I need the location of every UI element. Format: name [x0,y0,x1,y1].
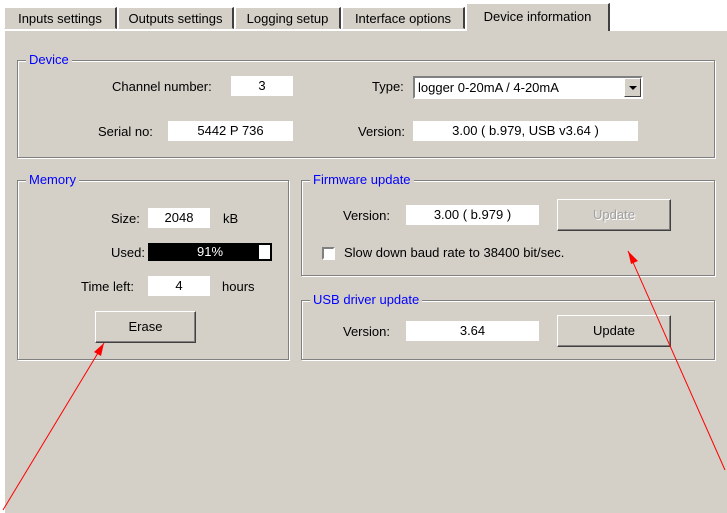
slow-baud-label: Slow down baud rate to 38400 bit/sec. [344,245,565,260]
time-left-label: Time left: [81,279,134,294]
memory-size-unit: kB [223,211,239,226]
chevron-down-icon[interactable] [624,78,641,97]
usb-version-field: 3.64 [406,321,539,341]
device-version-field: 3.00 ( b.979, USB v3.64 ) [413,121,638,141]
usb-driver-update-legend: USB driver update [310,292,423,307]
memory-group: Memory Size: 2048 kB Used: 91% Time left… [17,172,289,360]
tab-strip: Inputs settings Outputs settings Logging… [0,0,727,32]
memory-group-legend: Memory [26,172,79,187]
firmware-update-button-label: Update [593,207,635,222]
firmware-update-group: Firmware update Version: 3.00 ( b.979 ) … [301,172,715,276]
channel-number-label: Channel number: [112,79,212,94]
type-select[interactable]: logger 0-20mA / 4-20mA [413,76,643,99]
usb-driver-update-group: USB driver update Version: 3.64 Update [301,292,715,360]
memory-used-label: Used: [111,245,145,260]
tab-logging-setup[interactable]: Logging setup [235,7,341,29]
time-left-unit: hours [222,279,255,294]
channel-number-field: 3 [231,76,293,96]
type-label: Type: [372,79,404,94]
serial-number-label: Serial no: [98,124,153,139]
memory-size-label: Size: [111,211,140,226]
usb-version-label: Version: [343,324,390,339]
firmware-update-button[interactable]: Update [557,199,671,231]
device-group-legend: Device [26,52,72,67]
tab-device-information[interactable]: Device information [466,3,610,31]
slow-baud-checkbox[interactable] [322,247,335,260]
memory-used-progress: 91% [148,243,272,261]
erase-button[interactable]: Erase [95,311,196,343]
tab-outputs-settings[interactable]: Outputs settings [118,7,234,29]
erase-button-label: Erase [128,319,163,334]
device-information-panel: Device Channel number: 3 Serial no: 5442… [4,30,727,513]
usb-update-button-label: Update [593,323,635,338]
tab-inputs-settings[interactable]: Inputs settings [4,7,117,29]
memory-size-field: 2048 [148,208,210,228]
device-group: Device Channel number: 3 Serial no: 5442… [17,52,715,158]
time-left-field: 4 [148,276,210,296]
usb-update-button[interactable]: Update [557,315,671,347]
memory-free-segment [259,245,270,259]
firmware-version-label: Version: [343,208,390,223]
firmware-version-field: 3.00 ( b.979 ) [406,205,539,225]
memory-used-value: 91% [196,244,224,259]
serial-number-field: 5442 P 736 [168,121,293,141]
type-select-value: logger 0-20mA / 4-20mA [418,80,559,95]
tab-interface-options[interactable]: Interface options [342,7,465,29]
firmware-update-legend: Firmware update [310,172,414,187]
version-label: Version: [358,124,405,139]
